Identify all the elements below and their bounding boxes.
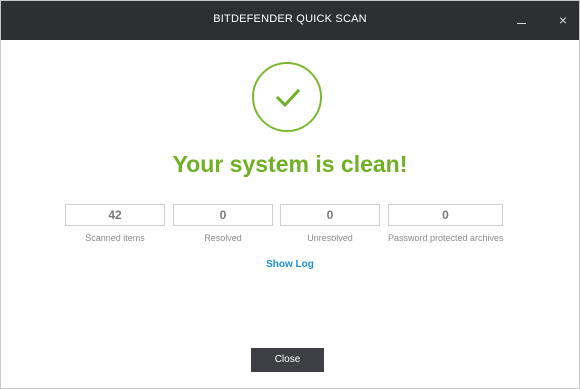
window-title: BITDEFENDER QUICK SCAN — [213, 13, 367, 25]
show-log-link[interactable]: Show Log — [1, 259, 579, 270]
scanned-items-value: 42 — [65, 204, 165, 226]
unresolved-label: Unresolved — [307, 233, 353, 243]
window-close-button[interactable]: × — [552, 9, 574, 31]
quick-scan-window: BITDEFENDER QUICK SCAN × Your system is … — [0, 0, 580, 389]
close-icon: × — [558, 12, 568, 28]
resolved-value: 0 — [173, 204, 273, 226]
unresolved-value: 0 — [280, 204, 380, 226]
success-status-icon — [252, 62, 322, 132]
scan-result-headline: Your system is clean! — [172, 151, 408, 177]
minimize-icon — [517, 23, 526, 24]
title-bar[interactable]: BITDEFENDER QUICK SCAN × — [1, 1, 579, 40]
password-protected-archives-label: Password protected archives — [388, 233, 504, 243]
minimize-button[interactable] — [511, 9, 533, 31]
password-protected-archives-value: 0 — [388, 204, 503, 226]
checkmark-icon — [276, 88, 300, 108]
resolved-label: Resolved — [204, 233, 242, 243]
scanned-items-label: Scanned items — [85, 233, 145, 243]
close-button[interactable]: Close — [251, 348, 324, 372]
